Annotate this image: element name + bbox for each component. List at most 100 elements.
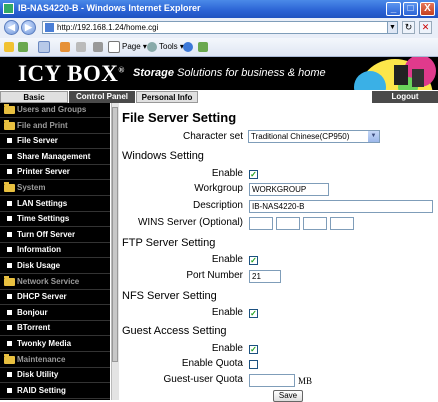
sidebar-scroll-thumb[interactable]: [112, 107, 118, 362]
folder-icon: [4, 353, 15, 364]
sidebar-group-file-and-print[interactable]: File and Print: [0, 119, 110, 134]
wins-octet-3[interactable]: [303, 217, 327, 230]
tab-basic[interactable]: Basic: [0, 91, 68, 103]
windows-heading: Windows Setting: [122, 150, 204, 162]
header-decoration: [354, 57, 436, 90]
tab-list-icon[interactable]: [38, 40, 52, 53]
ie-icon: [3, 3, 14, 14]
print-icon[interactable]: [93, 40, 105, 53]
sidebar-item-label: BTorrent: [17, 323, 51, 333]
wins-octet-1[interactable]: [249, 217, 273, 230]
sidebar-item-time-settings[interactable]: Time Settings: [0, 212, 110, 228]
sidebar-item-label: File Server: [17, 136, 58, 146]
tools-menu[interactable]: Tools ▾: [147, 40, 184, 53]
sidebar-item-twonky-media[interactable]: Twonky Media: [0, 337, 110, 352]
tab-control-panel[interactable]: Control Panel: [69, 91, 135, 103]
refresh-icon[interactable]: ↻: [402, 21, 415, 34]
sidebar-item-file-server[interactable]: File Server: [0, 134, 110, 150]
window-title: IB-NAS4220-B - Windows Internet Explorer: [18, 3, 201, 13]
sidebar-item-disk-utility[interactable]: Disk Utility: [0, 368, 110, 384]
sidebar-item-label: Disk Utility: [17, 370, 59, 380]
favorites-star-icon[interactable]: [4, 40, 16, 53]
sidebar-item-disk-usage[interactable]: Disk Usage: [0, 259, 110, 274]
guest-quota-input[interactable]: [249, 374, 295, 387]
guest-enable-checkbox[interactable]: ✓: [249, 345, 258, 354]
logout-button[interactable]: Logout: [372, 91, 438, 103]
sidebar-item-information[interactable]: Information: [0, 243, 110, 259]
ftp-heading: FTP Server Setting: [122, 237, 216, 249]
bullet-icon: [7, 247, 12, 253]
guest-quota-label: Guest-user Quota: [163, 374, 243, 385]
page-menu[interactable]: Page ▾: [108, 40, 147, 53]
port-input[interactable]: 21: [249, 270, 281, 283]
tools-gear-icon: [147, 41, 157, 52]
icybox-logo: ICY BOX®: [18, 61, 125, 86]
windows-enable-checkbox[interactable]: ✓: [249, 170, 258, 179]
bullet-icon: [7, 231, 12, 237]
sidebar-item-bonjour[interactable]: Bonjour: [0, 306, 110, 321]
workgroup-input[interactable]: WORKGROUP: [249, 183, 329, 196]
feeds-icon[interactable]: [76, 40, 88, 53]
sidebar-item-label: Maintenance: [17, 354, 66, 364]
nfs-enable-checkbox[interactable]: ✓: [249, 309, 258, 318]
windows-enable-label: Enable: [211, 168, 243, 179]
sidebar-item-label: RAID Setting: [17, 385, 66, 395]
sidebar-item-turn-off-server[interactable]: Turn Off Server: [0, 228, 110, 243]
main-menu: Basic Control Panel Personal Info Logout: [0, 90, 438, 103]
bullet-icon: [7, 216, 12, 222]
sidebar-item-label: DHCP Server: [17, 292, 67, 302]
back-icon[interactable]: ◀: [4, 20, 19, 35]
sidebar-item-lan-settings[interactable]: LAN Settings: [0, 197, 110, 212]
help-icon[interactable]: [183, 40, 195, 53]
research-icon[interactable]: [198, 40, 210, 53]
save-button[interactable]: Save: [273, 390, 303, 402]
sidebar-group-maintenance[interactable]: Maintenance: [0, 353, 110, 368]
home-icon[interactable]: [60, 40, 72, 53]
sidebar-group-users-and-groups[interactable]: Users and Groups: [0, 103, 110, 118]
address-bar[interactable]: http://192.168.1.24/home.cgi: [42, 21, 388, 34]
sidebar-item-label: File and Print: [17, 120, 68, 130]
folder-icon: [4, 182, 15, 192]
sidebar-item-label: Time Settings: [17, 214, 70, 224]
sidebar: Users and Groups File and Print File Serve…: [0, 103, 110, 400]
tab-personal-info[interactable]: Personal Info: [136, 91, 198, 103]
page-icon: [108, 40, 120, 53]
folder-icon: [4, 275, 15, 286]
sidebar-item-printer-server[interactable]: Printer Server: [0, 165, 110, 181]
ftp-enable-checkbox[interactable]: ✓: [249, 256, 258, 265]
wins-octet-2[interactable]: [276, 217, 300, 230]
close-button[interactable]: X: [420, 2, 435, 16]
description-input[interactable]: IB-NAS4220-B: [249, 200, 433, 213]
minimize-button[interactable]: _: [386, 2, 401, 16]
bullet-icon: [7, 309, 12, 315]
quota-enable-checkbox[interactable]: [249, 360, 258, 369]
stop-icon[interactable]: ✕: [419, 21, 432, 34]
charset-select[interactable]: Traditional Chinese(CP950) ▼: [248, 130, 380, 143]
add-favorites-icon[interactable]: [18, 40, 30, 53]
window-title-bar: IB-NAS4220-B - Windows Internet Explorer…: [0, 0, 438, 18]
bullet-icon: [7, 169, 12, 175]
sidebar-group-system[interactable]: System: [0, 181, 110, 196]
wins-octet-4[interactable]: [330, 217, 354, 230]
charset-label: Character set: [182, 131, 243, 142]
sidebar-item-share-management[interactable]: Share Management: [0, 150, 110, 165]
guest-heading: Guest Access Setting: [122, 325, 227, 337]
bullet-icon: [7, 138, 12, 144]
file-server-panel: File Server Setting Character set Tradit…: [119, 103, 438, 402]
forward-icon[interactable]: ▶: [21, 20, 36, 35]
bullet-icon: [7, 341, 12, 346]
address-dropdown-icon[interactable]: ▼: [388, 21, 398, 34]
sidebar-item-btorrent[interactable]: BTorrent: [0, 321, 110, 337]
maximize-button[interactable]: □: [403, 2, 418, 16]
sidebar-item-dhcp-server[interactable]: DHCP Server: [0, 290, 110, 306]
folder-icon: [4, 119, 15, 130]
icybox-header: ICY BOX® Storage Solutions for business …: [0, 57, 438, 90]
sidebar-item-label: Bonjour: [17, 307, 48, 317]
sidebar-item-raid-setting[interactable]: RAID Setting: [0, 384, 110, 399]
address-url: http://192.168.1.24/home.cgi: [57, 23, 159, 32]
chevron-down-icon: ▼: [368, 131, 379, 142]
sidebar-item-label: Disk Usage: [17, 261, 61, 270]
sidebar-group-network-service[interactable]: Network Service: [0, 275, 110, 290]
header-tagline: Storage Solutions for business & home: [133, 67, 326, 79]
sidebar-item-label: Twonky Media: [17, 339, 72, 348]
